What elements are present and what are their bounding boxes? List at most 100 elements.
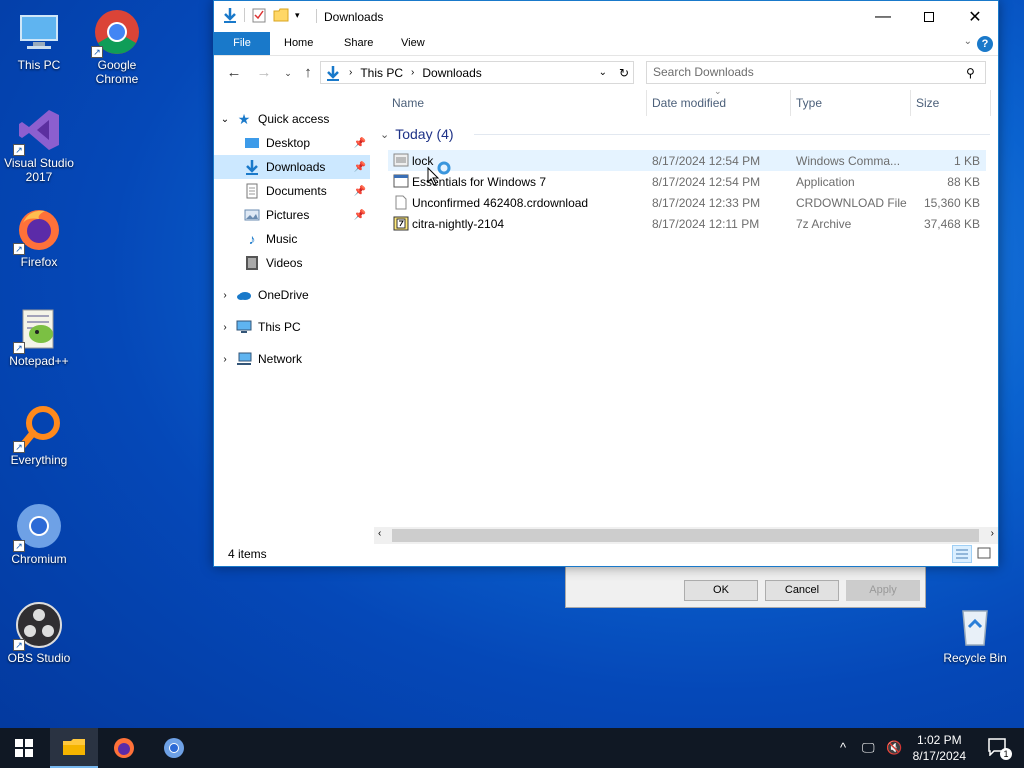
new-folder-icon[interactable] xyxy=(273,7,289,23)
scroll-left-icon[interactable]: ‹ xyxy=(378,528,381,539)
minimize-button[interactable]: — xyxy=(860,1,906,32)
expand-ribbon-icon[interactable]: ⌄ xyxy=(964,36,972,47)
shortcut-arrow-icon: ↗ xyxy=(13,540,25,552)
navigation-bar: ← → ⌄ ↑ › This PC › Downloads ⌄ ↻ Search… xyxy=(214,58,998,88)
firefox-icon: ↗ xyxy=(13,205,63,255)
column-header-name[interactable]: Name xyxy=(392,96,424,110)
chevron-down-icon: ⌄ xyxy=(284,68,292,78)
tab-view[interactable]: View xyxy=(387,32,439,55)
sidebar-item-pictures[interactable]: Pictures 📌 xyxy=(214,203,370,227)
sidebar-item-label: Quick access xyxy=(258,112,330,126)
column-divider[interactable] xyxy=(790,90,791,116)
address-dropdown-icon[interactable]: ⌄ xyxy=(599,67,607,78)
window-title: Downloads xyxy=(324,10,384,24)
desktop-icon-firefox[interactable]: ↗ Firefox xyxy=(1,205,77,269)
file-row[interactable]: lock 8/17/2024 12:54 PM Windows Comma...… xyxy=(388,150,986,171)
pin-icon[interactable]: 📌 xyxy=(354,162,366,173)
sidebar-item-label: Pictures xyxy=(266,208,310,222)
pin-icon[interactable]: 📌 xyxy=(354,210,366,221)
network-tray-icon[interactable]: 🖵 xyxy=(862,740,875,756)
file-list: Name ⌄ Date modified Type Size ⌄ Today (… xyxy=(374,86,998,538)
up-button[interactable]: ↑ xyxy=(298,63,318,83)
sidebar-item-documents[interactable]: Documents 📌 xyxy=(214,179,370,203)
file-row[interactable]: citra-nightly-2104 8/17/2024 12:11 PM 7z… xyxy=(388,213,986,234)
volume-muted-icon[interactable]: 🔇 xyxy=(886,740,902,756)
7z-archive-icon xyxy=(393,216,409,231)
large-icons-view-button[interactable] xyxy=(976,546,994,562)
file-row[interactable]: Unconfirmed 462408.crdownload 8/17/2024 … xyxy=(388,192,986,213)
taskbar-chromium[interactable] xyxy=(150,728,198,768)
taskbar: ^ 🖵 🔇 1:02 PM 8/17/2024 1 xyxy=(0,728,1024,768)
shortcut-arrow-icon: ↗ xyxy=(13,144,25,156)
sidebar-item-desktop[interactable]: Desktop 📌 xyxy=(214,131,370,155)
minimize-icon: — xyxy=(875,7,891,25)
taskbar-firefox[interactable] xyxy=(100,728,148,768)
clock-date: 8/17/2024 xyxy=(912,749,966,763)
sidebar-item-videos[interactable]: Videos xyxy=(214,251,370,275)
forward-button[interactable]: → xyxy=(254,63,274,83)
clock[interactable]: 1:02 PM 8/17/2024 xyxy=(913,732,966,764)
close-button[interactable]: ✕ xyxy=(952,1,998,32)
this-pc-icon xyxy=(15,8,63,56)
sidebar-item-this-pc[interactable]: › This PC xyxy=(214,315,370,339)
star-icon: ★ xyxy=(237,110,251,127)
show-hidden-icons-icon[interactable]: ^ xyxy=(840,740,846,755)
tab-file[interactable]: File xyxy=(214,32,270,55)
sidebar-item-network[interactable]: › Network xyxy=(214,347,370,371)
group-header-today[interactable]: ⌄ Today (4) xyxy=(380,126,454,142)
maximize-button[interactable] xyxy=(906,1,952,32)
column-header-date-modified[interactable]: Date modified xyxy=(652,96,726,110)
close-icon: ✕ xyxy=(968,8,982,26)
column-divider[interactable] xyxy=(910,90,911,116)
sidebar-item-label: Desktop xyxy=(266,136,311,150)
search-input[interactable]: Search Downloads xyxy=(646,61,986,84)
back-button[interactable]: ← xyxy=(224,63,244,83)
help-icon[interactable]: ? xyxy=(977,36,993,52)
taskbar-file-explorer[interactable] xyxy=(50,728,98,768)
item-count: 4 items xyxy=(228,547,267,561)
column-divider[interactable] xyxy=(990,90,991,116)
action-center-button[interactable]: 1 xyxy=(988,738,1012,760)
chrome-icon: ↗ xyxy=(91,8,141,58)
cancel-button[interactable]: Cancel xyxy=(765,580,839,601)
address-bar[interactable]: › This PC › Downloads ⌄ ↻ xyxy=(320,61,634,84)
details-view-button[interactable] xyxy=(952,545,972,563)
pin-icon[interactable]: 📌 xyxy=(354,138,366,149)
file-row[interactable]: Essentials for Windows 7 8/17/2024 12:54… xyxy=(388,171,986,192)
file-date: 8/17/2024 12:54 PM xyxy=(652,153,761,168)
ok-button[interactable]: OK xyxy=(684,580,758,601)
properties-icon[interactable] xyxy=(251,7,267,23)
title-bar[interactable]: ▾ Downloads — ✕ xyxy=(214,1,998,32)
tab-home[interactable]: Home xyxy=(270,32,327,55)
refresh-icon[interactable]: ↻ xyxy=(619,66,629,80)
desktop-icon-label: OBS Studio xyxy=(7,651,71,665)
desktop-icon-notepad-plus-plus[interactable]: ↗ Notepad++ xyxy=(1,304,77,368)
customize-toolbar-icon[interactable]: ▾ xyxy=(295,10,300,21)
recent-locations-button[interactable]: ⌄ xyxy=(278,63,298,83)
column-divider[interactable] xyxy=(646,90,647,116)
scroll-right-icon[interactable]: › xyxy=(991,528,994,539)
separator xyxy=(244,8,245,22)
start-button[interactable] xyxy=(0,728,48,768)
desktop-icon-visual-studio[interactable]: ↗ Visual Studio 2017 xyxy=(1,106,77,184)
file-name: citra-nightly-2104 xyxy=(412,216,505,231)
sidebar-item-onedrive[interactable]: › OneDrive xyxy=(214,283,370,307)
file-type: 7z Archive xyxy=(796,216,852,231)
sidebar-item-quick-access[interactable]: ⌄ ★ Quick access xyxy=(214,107,370,131)
desktop-icon-obs-studio[interactable]: ↗ OBS Studio xyxy=(1,601,77,665)
desktop-icon-chromium[interactable]: ↗ Chromium xyxy=(1,502,77,566)
desktop-icon-recycle-bin[interactable]: Recycle Bin xyxy=(937,601,1013,665)
desktop-icon-this-pc[interactable]: This PC xyxy=(1,8,77,72)
sidebar-item-music[interactable]: ♪ Music xyxy=(214,227,370,251)
sidebar-item-downloads[interactable]: Downloads 📌 xyxy=(214,155,370,179)
scrollbar-thumb[interactable] xyxy=(392,529,979,542)
column-header-type[interactable]: Type xyxy=(796,96,822,110)
shortcut-arrow-icon: ↗ xyxy=(13,243,25,255)
tab-share[interactable]: Share xyxy=(330,32,387,55)
pin-icon[interactable]: 📌 xyxy=(354,186,366,197)
desktop-icon-google-chrome[interactable]: ↗ Google Chrome xyxy=(79,8,155,86)
column-header-size[interactable]: Size xyxy=(916,96,939,110)
breadcrumb-this-pc[interactable]: This PC xyxy=(360,66,403,80)
desktop-icon-everything[interactable]: ↗ Everything xyxy=(1,403,77,467)
breadcrumb-downloads[interactable]: Downloads xyxy=(422,66,481,80)
